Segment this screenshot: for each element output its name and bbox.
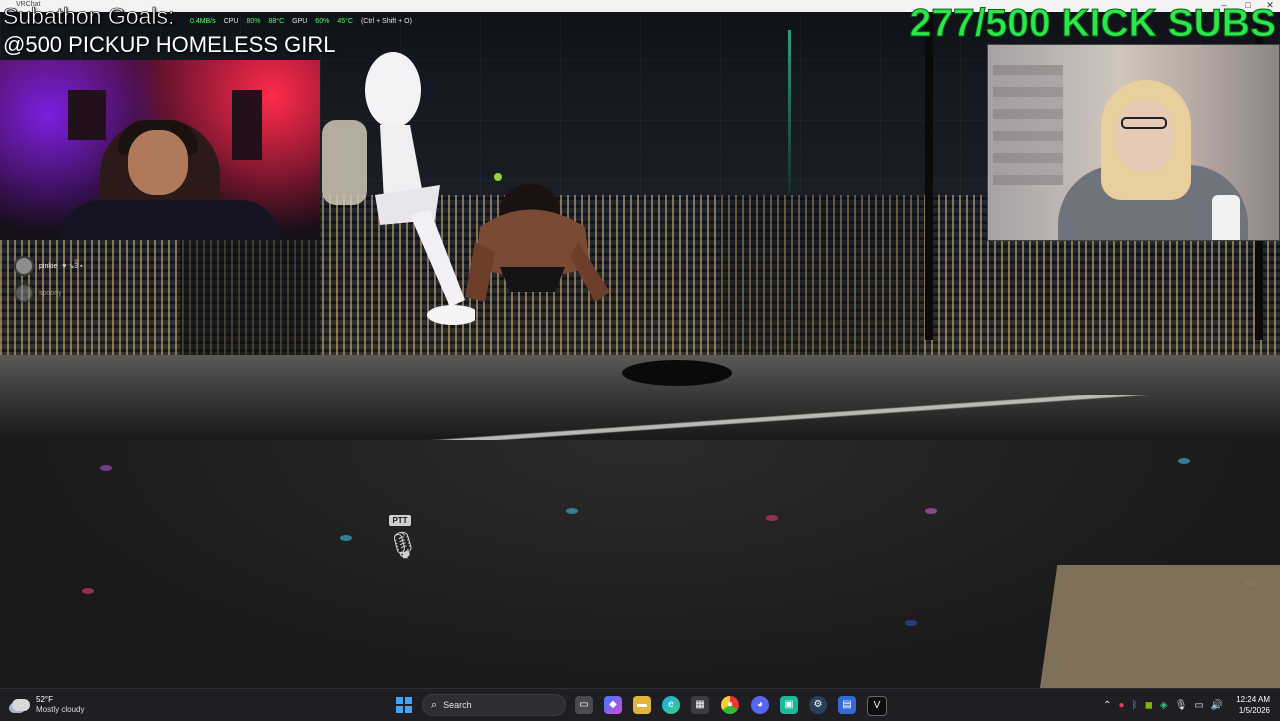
search-icon: ⌕ [431, 698, 438, 711]
vrchat-icon[interactable]: V [867, 696, 887, 716]
wall-poster [68, 90, 106, 140]
steam-icon[interactable]: ⚙ [809, 696, 827, 714]
net-speed: 0.4MB/s [190, 17, 216, 25]
background-shelf [993, 65, 1063, 185]
voice-user-row: spoony [14, 282, 144, 304]
weather-temperature: 52°F [36, 695, 53, 704]
file-explorer-icon[interactable]: ▬ [633, 696, 651, 714]
gpu-label: GPU [292, 17, 308, 25]
guest-face [1116, 100, 1174, 172]
nvidia-icon[interactable]: ◼ [1145, 700, 1153, 711]
voice-status-icons: ♥ ↘3 ▪ [62, 263, 83, 270]
subathon-goals-title: Subathon Goals: [3, 3, 175, 30]
microphone-icon[interactable]: 🎙 [1175, 700, 1188, 711]
furniture-box [1040, 565, 1280, 688]
cloud-icon [12, 699, 30, 711]
voice-user-list: pinkie ♥ ↘3 ▪ spoony [14, 255, 144, 309]
overlay-hotkey: (Ctrl + Shift + O) [360, 17, 412, 25]
system-tray: ⌃ ● ᛒ ◼ ◈ 🎙 ▭ 🔊 12:24 AM 1/5/2026 [1103, 689, 1280, 721]
floor-light-dot [100, 465, 112, 471]
discord-icon[interactable]: ◕ [751, 696, 769, 714]
microphone-icon: 🎙 [386, 530, 420, 560]
gpu-temp: 45°C [337, 17, 353, 25]
glasses-icon [1121, 117, 1167, 129]
display-icon[interactable]: ▭ [1194, 700, 1203, 711]
wall-poster [232, 90, 262, 160]
cpu-label: CPU [223, 17, 239, 25]
muscular-avatar[interactable] [460, 172, 620, 317]
streamer-face [128, 130, 188, 195]
white-avatar[interactable] [355, 45, 475, 330]
weather-widget[interactable]: 52°F Mostly cloudy [12, 695, 84, 715]
cpu-load: 80% [246, 17, 261, 25]
speaker-icon[interactable]: 🔊 [1211, 700, 1223, 711]
windows-taskbar: 52°F Mostly cloudy ⌕ Search ▭ ◆ ▬ e ▦ ● … [0, 688, 1280, 721]
streamer-shirt [60, 200, 280, 240]
windows-logo-icon [396, 697, 403, 704]
performance-overlay: 0.4MB/s CPU 80% 88°C GPU 60% 45°C (Ctrl … [190, 13, 412, 29]
guest-webcam [987, 44, 1280, 241]
floor-light-dot [566, 508, 578, 514]
skyline-shadow [720, 195, 920, 360]
copilot-icon[interactable]: ◆ [604, 696, 622, 714]
edge-icon[interactable]: e [662, 696, 680, 714]
shield-icon[interactable]: ◈ [1160, 700, 1168, 711]
weather-condition: Mostly cloudy [36, 705, 85, 714]
voice-user-row: pinkie ♥ ↘3 ▪ [14, 255, 144, 277]
floor-light-dot [925, 508, 937, 514]
floor-light-dot [905, 620, 917, 626]
system-clock[interactable]: 12:24 AM 1/5/2026 [1236, 694, 1270, 716]
kick-subs-counter: 277/500 KICK SUBS [909, 2, 1276, 46]
subathon-goal-line: @500 PICKUP HOMELESS GIRL [3, 32, 336, 57]
floor-light-dot [82, 588, 94, 594]
bookmark-icon[interactable]: ▤ [838, 696, 856, 714]
start-button[interactable] [396, 697, 412, 713]
neon-light-strip [788, 30, 791, 210]
floor-light-dot [340, 535, 352, 541]
voice-user-name: spoony [39, 289, 62, 297]
clock-time: 12:24 AM [1236, 695, 1270, 704]
ptt-label: PTT [389, 515, 411, 526]
onedrive-icon[interactable]: ● [1119, 700, 1125, 711]
search-placeholder: Search [443, 700, 472, 710]
chevron-up-icon[interactable]: ⌃ [1103, 700, 1111, 711]
voice-user-name: pinkie [39, 262, 58, 270]
clock-date: 1/5/2026 [1238, 706, 1270, 715]
window-pillar [925, 0, 933, 340]
taskbar-search[interactable]: ⌕ Search [422, 694, 566, 716]
push-to-talk-indicator: PTT 🎙 [386, 510, 420, 562]
floor-light-dot [766, 515, 778, 521]
floor-shadow [622, 360, 732, 386]
streamer-webcam [0, 60, 320, 240]
gpu-load: 60% [315, 17, 330, 25]
chrome-icon[interactable]: ● [721, 696, 739, 714]
task-view-icon[interactable]: ▭ [575, 696, 593, 714]
water-bottle [1212, 195, 1240, 240]
avatar [14, 283, 34, 303]
bluetooth-icon[interactable]: ᛒ [1132, 700, 1138, 711]
avatar [14, 256, 34, 276]
app-icon[interactable]: ▣ [780, 696, 798, 714]
store-icon[interactable]: ▦ [691, 696, 709, 714]
floor-light-dot [1178, 458, 1190, 464]
cpu-temp: 88°C [268, 17, 285, 25]
